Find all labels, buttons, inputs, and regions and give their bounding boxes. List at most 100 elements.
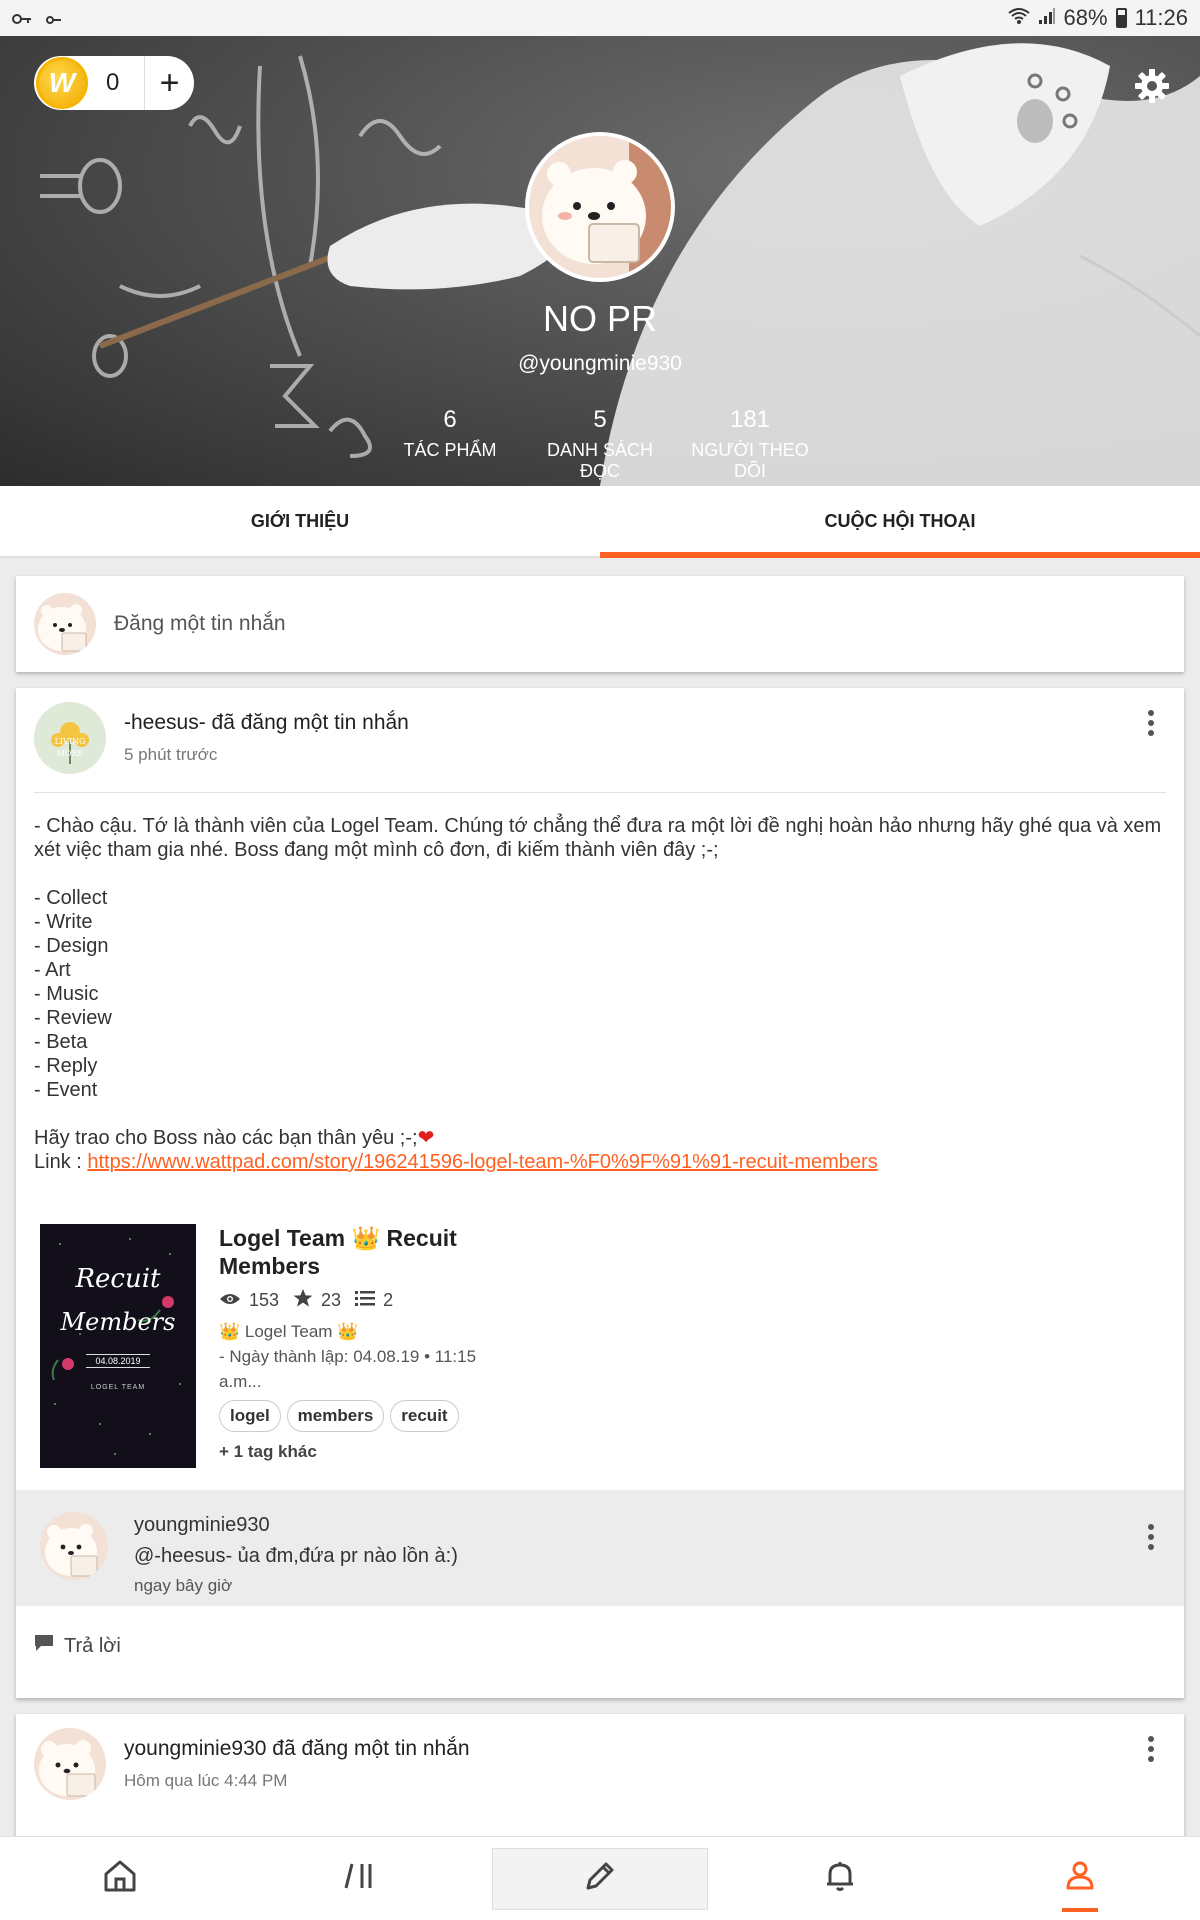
story-parts: 2: [383, 1290, 394, 1310]
reply-text: @-heesus- ủa đm,đứa pr nào lồn à:): [134, 1545, 458, 1567]
reply-label: Trả lời: [64, 1634, 121, 1657]
wattpad-coin-icon: W: [36, 57, 88, 109]
compose-message-box[interactable]: Đăng một tin nhắn: [16, 576, 1184, 672]
list-item: - Art: [34, 959, 71, 981]
battery-icon: [1115, 8, 1127, 28]
stat-works-value: 6: [443, 406, 457, 433]
post-action-text: đã đăng một tin nhắn: [205, 711, 409, 734]
nav-home[interactable]: [0, 1837, 240, 1920]
comment-icon: [34, 1634, 54, 1658]
list-item: - Review: [34, 1007, 112, 1029]
profile-tabs: GIỚI THIỆU CUỘC HỘI THOẠI: [0, 486, 1200, 558]
tab-about[interactable]: GIỚI THIỆU: [0, 486, 600, 556]
story-title[interactable]: Logel Team 👑 Recuit Members: [219, 1224, 519, 1280]
list-item: - Music: [34, 983, 99, 1005]
reply-button[interactable]: Trả lời: [34, 1634, 121, 1658]
profile-handle: @youngminie930: [518, 352, 682, 375]
stat-reading-lists-label: DANH SÁCH ĐỌC: [546, 440, 653, 481]
link-label: Link :: [34, 1151, 88, 1173]
author-avatar[interactable]: LIVING MORE: [34, 702, 106, 774]
add-coins-button[interactable]: +: [144, 56, 194, 110]
list-item: - Write: [34, 911, 93, 933]
star-icon: [293, 1288, 313, 1313]
story-author[interactable]: 👑 Logel Team 👑: [219, 1319, 519, 1344]
message-post: youngminie930 đã đăng một tin nhắn Hôm q…: [16, 1714, 1184, 1844]
stat-followers[interactable]: 181 NGƯỜI THEO DÕI: [678, 406, 822, 482]
divider: [34, 792, 1166, 793]
reply-time: ngay bây giờ: [134, 1576, 233, 1595]
heart-icon: ❤: [417, 1127, 435, 1149]
tag-chip[interactable]: recuit: [390, 1400, 459, 1432]
post-paragraph: - Chào cậu. Tớ là thành viên của Logel T…: [34, 815, 1162, 861]
story-preview-card[interactable]: Recuit Members 04.08.2019 LOGEL TEAM Log…: [40, 1224, 740, 1468]
clock: 11:26: [1134, 5, 1188, 30]
story-cover[interactable]: Recuit Members 04.08.2019 LOGEL TEAM: [40, 1224, 196, 1468]
svg-text:MORE: MORE: [57, 749, 84, 758]
signal-icon: [1038, 5, 1056, 31]
bottom-navigation: [0, 1836, 1200, 1920]
post-closing-text: Hãy trao cho Boss nào các bạn thân yêu ;…: [34, 1127, 418, 1149]
nav-library[interactable]: [240, 1837, 480, 1920]
stat-followers-value: 181: [729, 406, 771, 433]
nav-notifications[interactable]: [720, 1837, 960, 1920]
more-tags-link[interactable]: + 1 tag khác: [219, 1442, 519, 1462]
tag-chip[interactable]: logel: [219, 1400, 281, 1432]
post-list: - Collect - Write - Design - Art - Music…: [34, 886, 1166, 1102]
cover-title-line1: Recuit: [75, 1264, 161, 1294]
post-author[interactable]: youngminie930: [124, 1737, 266, 1760]
parts-list-icon: [355, 1290, 376, 1311]
stat-works[interactable]: 6 TÁC PHẨM: [400, 406, 500, 461]
story-votes: 23: [321, 1290, 342, 1310]
key-icon: [12, 5, 32, 31]
cover-team: LOGEL TEAM: [90, 1384, 146, 1391]
post-author[interactable]: -heesus-: [124, 711, 206, 734]
settings-gear-icon[interactable]: [1132, 66, 1172, 106]
cover-date: 04.08.2019: [86, 1354, 150, 1368]
reply-item: youngminie930 @-heesus- ủa đm,đứa pr nào…: [16, 1490, 1184, 1606]
nav-write[interactable]: [480, 1837, 720, 1920]
story-description: - Ngày thành lập: 04.08.19 • 11:15 a.m..…: [219, 1347, 477, 1391]
coin-balance-pill[interactable]: W 0 +: [34, 56, 194, 110]
reply-author-avatar[interactable]: [40, 1512, 108, 1580]
svg-text:LIVING: LIVING: [55, 737, 86, 746]
coin-count: 0: [106, 69, 120, 96]
author-avatar[interactable]: [34, 1728, 106, 1800]
stat-followers-label: NGƯỜI THEO DÕI: [691, 440, 809, 481]
profile-header: W 0 + NO PR @youngminie930 6 TÁC PHẨM 5 …: [0, 36, 1200, 486]
story-views: 153: [249, 1290, 280, 1310]
story-link[interactable]: https://www.wattpad.com/story/196241596-…: [87, 1151, 877, 1173]
vpn-key-icon: [46, 5, 62, 31]
post-closing: Hãy trao cho Boss nào các bạn thân yêu ;…: [34, 1126, 1166, 1174]
story-tags: logel members recuit: [219, 1400, 519, 1432]
tag-chip[interactable]: members: [286, 1400, 385, 1432]
post-action-text: đã đăng một tin nhắn: [266, 1737, 470, 1760]
status-bar: 68% 11:26: [0, 0, 1200, 36]
reply-more-options-icon[interactable]: [1148, 1524, 1156, 1550]
cover-title-line2: Members: [60, 1308, 176, 1336]
message-post: LIVING MORE -heesus- đã đăng một tin nhắ…: [16, 688, 1184, 1698]
list-item: - Event: [34, 1079, 98, 1101]
post-header: LIVING MORE -heesus- đã đăng một tin nhắ…: [34, 702, 409, 774]
compose-placeholder: Đăng một tin nhắn: [114, 612, 286, 635]
battery-percent: 68%: [1063, 5, 1108, 30]
profile-stats: 6 TÁC PHẨM 5 DANH SÁCH ĐỌC 181 NGƯỜI THE…: [0, 406, 1200, 481]
list-item: - Design: [34, 935, 109, 957]
profile-icon: [1062, 1858, 1098, 1899]
stat-reading-lists-value: 5: [593, 406, 607, 433]
tab-conversations[interactable]: CUỘC HỘI THOẠI: [600, 486, 1200, 558]
post-more-options-icon[interactable]: [1148, 710, 1156, 736]
list-item: - Collect: [34, 887, 108, 909]
nav-profile[interactable]: [960, 1837, 1200, 1920]
stat-reading-lists[interactable]: 5 DANH SÁCH ĐỌC: [526, 406, 674, 482]
stat-works-label: TÁC PHẨM: [403, 440, 497, 460]
post-time: Hôm qua lúc 4:44 PM: [124, 1771, 288, 1790]
write-button[interactable]: [492, 1847, 708, 1910]
user-avatar: [34, 593, 96, 655]
story-stats: 153 23 2: [219, 1288, 519, 1313]
reply-author[interactable]: youngminie930: [134, 1514, 458, 1537]
post-more-options-icon[interactable]: [1148, 1736, 1156, 1762]
bell-icon: [822, 1858, 858, 1899]
pencil-icon: [582, 1858, 618, 1899]
list-item: - Beta: [34, 1031, 88, 1053]
profile-avatar[interactable]: [525, 132, 675, 282]
